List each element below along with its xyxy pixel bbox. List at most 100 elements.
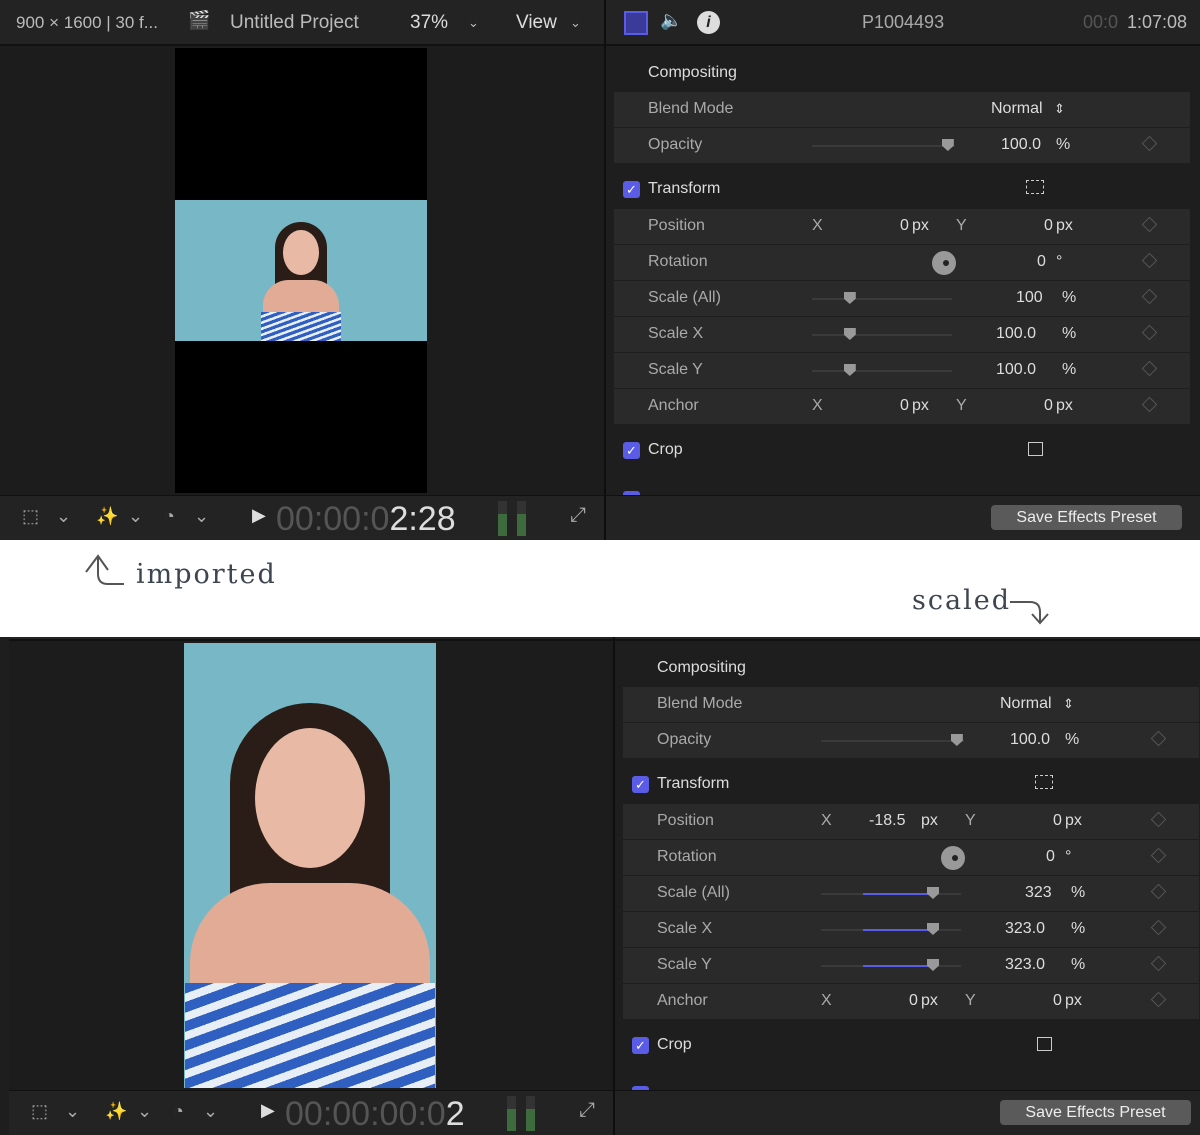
slider[interactable] (821, 923, 961, 935)
duration: 1:07:08 (1127, 12, 1188, 32)
chevron-down-icon[interactable]: ⌄ (203, 1101, 218, 1122)
chevron-down-icon[interactable]: ⌄ (137, 1101, 152, 1122)
viewer-toolbar: ⬚ ⌄ ✨ ⌄ ◔ ⌄ ▶ 00:00:02:28 ⤢ (0, 495, 604, 540)
keyframe-icon[interactable] (1150, 955, 1167, 972)
x-value[interactable]: 0 (900, 397, 909, 415)
chevron-down-icon[interactable]: ⌄ (128, 506, 143, 527)
chevron-down-icon[interactable]: ⌄ (194, 506, 209, 527)
fullscreen-icon[interactable]: ⤢ (570, 504, 586, 527)
scale-value[interactable]: 323.0 (1005, 920, 1045, 938)
save-effects-preset-button[interactable]: Save Effects Preset (1000, 1100, 1191, 1125)
speed-icon[interactable]: ◔ (164, 506, 175, 527)
rotation-value[interactable]: 0 (1037, 253, 1046, 271)
updown-chevron-icon[interactable]: ⇕ (1054, 101, 1065, 117)
opacity-value[interactable]: 100.0 (1001, 136, 1041, 154)
save-effects-preset-button[interactable]: Save Effects Preset (991, 505, 1182, 530)
section-title: Crop (648, 441, 683, 458)
play-icon[interactable]: ▶ (261, 1100, 275, 1121)
slider[interactable] (812, 364, 952, 376)
keyframe-icon[interactable] (1150, 883, 1167, 900)
rotation-dial[interactable] (932, 251, 956, 275)
x-value[interactable]: -18.5 (869, 812, 905, 830)
label: Scale Y (648, 361, 703, 378)
slider[interactable] (821, 734, 964, 746)
scale-value[interactable]: 100 (1016, 289, 1043, 307)
crop-onscreen-icon[interactable] (1028, 442, 1043, 456)
play-icon[interactable]: ▶ (252, 505, 266, 526)
slider-thumb[interactable] (927, 959, 939, 971)
transform-tool-icon[interactable]: ⬚ (31, 1101, 48, 1122)
slider[interactable] (812, 328, 952, 340)
scale-value[interactable]: 323 (1025, 884, 1052, 902)
scale-value[interactable]: 100.0 (996, 361, 1036, 379)
transform-onscreen-icon[interactable] (1035, 775, 1053, 789)
transform-checkbox[interactable]: ✓ (632, 776, 649, 793)
scale-value[interactable]: 100.0 (996, 325, 1036, 343)
x-value[interactable]: 0 (900, 217, 909, 235)
rotation-dial[interactable] (941, 846, 965, 870)
y-value[interactable]: 0 (1053, 992, 1062, 1010)
keyframe-icon[interactable] (1141, 396, 1158, 413)
viewer-header: 900 × 1600 | 30 f... 🎬 Untitled Project 37%… (0, 0, 1200, 46)
keyframe-icon[interactable] (1150, 811, 1167, 828)
updown-chevron-icon[interactable]: ⇕ (1063, 696, 1074, 712)
keyframe-icon[interactable] (1141, 252, 1158, 269)
audio-inspector-icon[interactable]: 🔈 (660, 10, 682, 31)
fullscreen-icon[interactable]: ⤢ (579, 1099, 595, 1122)
speed-icon[interactable]: ◔ (173, 1101, 184, 1122)
slider-thumb[interactable] (941, 139, 954, 151)
slider[interactable] (821, 959, 961, 971)
slider-thumb[interactable] (843, 364, 856, 376)
rotation-value[interactable]: 0 (1046, 848, 1055, 866)
y-value[interactable]: 0 (1044, 397, 1053, 415)
slider-thumb[interactable] (843, 328, 856, 340)
blend-mode-dropdown[interactable]: Normal (1000, 695, 1052, 713)
slider-thumb[interactable] (843, 292, 856, 304)
slider-thumb[interactable] (927, 887, 939, 899)
blend-mode-dropdown[interactable]: Normal (991, 100, 1043, 118)
crop-onscreen-icon[interactable] (1037, 1037, 1052, 1051)
viewer-canvas[interactable] (184, 643, 436, 1088)
keyframe-icon[interactable] (1141, 216, 1158, 233)
keyframe-icon[interactable] (1150, 919, 1167, 936)
keyframe-icon[interactable] (1141, 288, 1158, 305)
keyframe-icon[interactable] (1150, 847, 1167, 864)
enhance-icon[interactable]: ✨ (96, 506, 118, 527)
timecode: 00:00:00:02 (285, 1095, 465, 1134)
transform-onscreen-icon[interactable] (1026, 180, 1044, 194)
opacity-value[interactable]: 100.0 (1010, 731, 1050, 749)
y-value[interactable]: 0 (1044, 217, 1053, 235)
chevron-down-icon[interactable]: ⌄ (56, 506, 71, 527)
row-opacity: Opacity 100.0% (614, 128, 1190, 163)
x-value[interactable]: 0 (909, 992, 918, 1010)
row-scale-all: Scale (All) 100% (614, 281, 1190, 316)
crop-checkbox[interactable]: ✓ (632, 1037, 649, 1054)
info-inspector-icon[interactable]: i (697, 11, 720, 34)
slider[interactable] (812, 292, 952, 304)
scaled-label: scaled (912, 585, 1011, 616)
zoom-dropdown[interactable]: 37% (410, 12, 448, 34)
slider[interactable] (821, 887, 961, 899)
viewer-canvas[interactable] (175, 48, 427, 493)
y-value[interactable]: 0 (1053, 812, 1062, 830)
keyframe-icon[interactable] (1150, 991, 1167, 1008)
slider-thumb[interactable] (927, 923, 939, 935)
video-inspector-icon[interactable] (624, 11, 648, 35)
transform-checkbox[interactable]: ✓ (623, 181, 640, 198)
view-menu[interactable]: View (516, 12, 557, 34)
scale-value[interactable]: 323.0 (1005, 956, 1045, 974)
keyframe-icon[interactable] (1141, 135, 1158, 152)
keyframe-icon[interactable] (1150, 730, 1167, 747)
enhance-icon[interactable]: ✨ (105, 1101, 127, 1122)
striped-top (185, 983, 435, 1088)
transform-tool-icon[interactable]: ⬚ (22, 506, 39, 527)
crop-checkbox[interactable]: ✓ (623, 442, 640, 459)
chevron-down-icon[interactable]: ⌄ (570, 15, 581, 31)
section-title: Compositing (648, 64, 737, 81)
slider-thumb[interactable] (950, 734, 963, 746)
keyframe-icon[interactable] (1141, 360, 1158, 377)
keyframe-icon[interactable] (1141, 324, 1158, 341)
chevron-down-icon[interactable]: ⌄ (65, 1101, 80, 1122)
slider[interactable] (812, 139, 955, 151)
chevron-down-icon[interactable]: ⌄ (468, 15, 479, 31)
